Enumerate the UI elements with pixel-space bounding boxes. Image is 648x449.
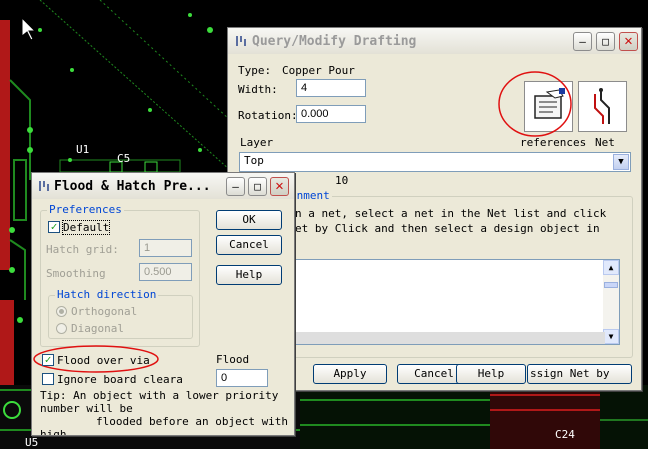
rotation-label: Rotation:	[238, 109, 298, 122]
net-list-scrollbar[interactable]: ▲ ▼	[603, 260, 619, 344]
scroll-down-icon[interactable]: ▼	[603, 329, 619, 344]
smoothing-label: Smoothing	[46, 267, 106, 280]
tip-line1: Tip: An object with a lower priority	[40, 389, 279, 402]
flood-over-via-label: Flood over via	[57, 354, 150, 367]
ignore-board-clearance-checkbox[interactable]	[42, 373, 54, 385]
preferences-group-title: Preferences	[47, 203, 124, 216]
red-annotation-circle	[498, 71, 572, 137]
apply-button[interactable]: Apply	[313, 364, 387, 384]
diagonal-radio[interactable]	[56, 323, 67, 334]
net-list-hscrollbar[interactable]	[289, 332, 605, 344]
ignore-board-clearance-label: Ignore board cleara	[57, 373, 183, 386]
tip-line2: number will be	[40, 402, 133, 415]
hatch-grid-field[interactable]	[139, 239, 192, 257]
layer-dropdown[interactable]: Top ▼	[239, 152, 631, 172]
app-icon	[39, 181, 49, 191]
query-dialog-title: Query/Modify Drafting	[252, 34, 417, 49]
layer-dropdown-value: Top	[244, 154, 264, 167]
flood-priority-field[interactable]	[216, 369, 268, 387]
tip-line4: high	[40, 428, 67, 436]
flood-dialog-title: Flood & Hatch Pre...	[54, 179, 211, 194]
pcb-label-c5: C5	[117, 152, 131, 165]
type-value: Copper Pour	[282, 64, 355, 77]
smoothing-field[interactable]	[139, 263, 192, 281]
ok-button[interactable]: OK	[216, 210, 282, 230]
close-button[interactable]: ✕	[270, 177, 289, 196]
pcb-label-c24: C24	[555, 428, 575, 441]
minimize-button[interactable]: —	[573, 32, 592, 51]
flood-hatch-preferences-dialog: Flood & Hatch Pre... — □ ✕ Preferences ✓…	[31, 172, 295, 436]
scroll-up-icon[interactable]: ▲	[603, 260, 619, 275]
close-button[interactable]: ✕	[619, 32, 638, 51]
net-label: Net	[595, 136, 615, 149]
net-button[interactable]	[578, 81, 627, 132]
rotation-field[interactable]	[296, 105, 366, 123]
net-icon	[594, 88, 610, 124]
assign-net-by-click-button[interactable]: ssign Net by Clic	[527, 364, 632, 384]
maximize-button[interactable]: □	[596, 32, 615, 51]
instructions-line1: n a net, select a net in the Net list an…	[295, 207, 607, 220]
hatch-direction-title: Hatch direction	[55, 288, 159, 301]
type-label: Type:	[238, 64, 272, 77]
pcb-label-u1: U1	[76, 143, 90, 156]
query-dialog-titlebar[interactable]: Query/Modify Drafting — □ ✕	[228, 28, 641, 54]
net-list[interactable]: ▲ ▼	[288, 259, 620, 345]
orthogonal-label: Orthogonal	[71, 305, 138, 318]
help-button[interactable]: Help	[216, 265, 282, 285]
orthogonal-radio[interactable]	[56, 306, 67, 317]
default-checkbox[interactable]: ✓	[48, 221, 60, 233]
app-icon	[236, 36, 246, 46]
pcb-label-10: 10	[335, 174, 349, 187]
preferences-label: references	[520, 136, 587, 149]
help-button[interactable]: Help	[456, 364, 526, 384]
flood-over-via-checkbox[interactable]: ✓	[42, 354, 54, 366]
pcb-label-u5: U5	[25, 436, 39, 449]
tip-line3: flooded before an object with a	[96, 415, 295, 428]
layer-label: Layer	[240, 136, 274, 149]
width-field[interactable]	[296, 79, 366, 97]
hatch-grid-label: Hatch grid:	[46, 243, 119, 256]
diagonal-label: Diagonal	[71, 322, 124, 335]
default-label: Default	[61, 220, 111, 235]
maximize-button[interactable]: □	[248, 177, 267, 196]
minimize-button[interactable]: —	[226, 177, 245, 196]
scroll-thumb[interactable]	[604, 282, 618, 288]
flood-dialog-titlebar[interactable]: Flood & Hatch Pre... — □ ✕	[32, 173, 294, 199]
flood-priority-label: Flood	[216, 353, 250, 366]
instructions-line2: et by Click and then select a design obj…	[295, 222, 600, 235]
chevron-down-icon[interactable]: ▼	[613, 154, 629, 170]
width-label: Width:	[238, 83, 278, 96]
cancel-button[interactable]: Cancel	[216, 235, 282, 255]
